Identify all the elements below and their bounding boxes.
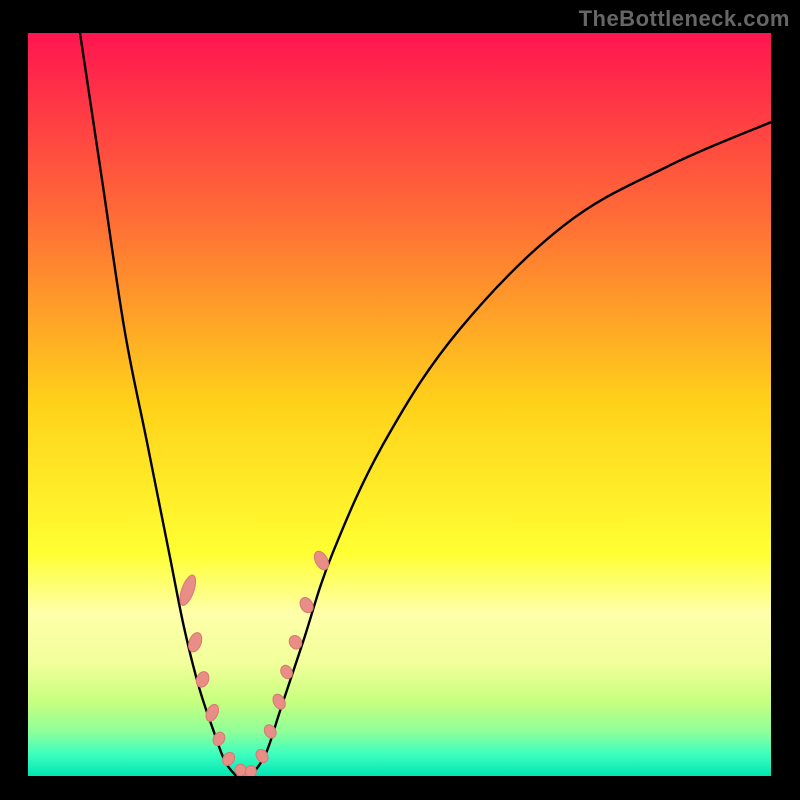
chart-frame: TheBottleneck.com <box>0 0 800 800</box>
chart-canvas <box>0 0 800 800</box>
watermark-text: TheBottleneck.com <box>579 6 790 32</box>
curve-marker <box>245 765 257 778</box>
